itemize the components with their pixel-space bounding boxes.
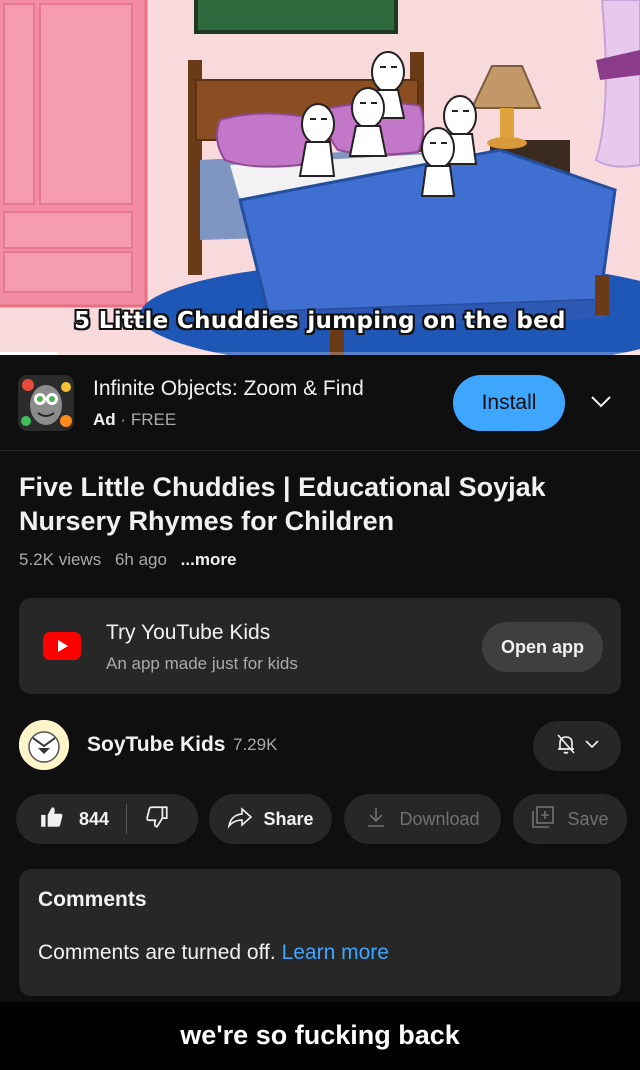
save-button[interactable]: Save [513, 794, 627, 844]
chevron-down-icon [584, 737, 600, 755]
video-frame-image [0, 0, 640, 355]
video-title[interactable]: Five Little Chuddies | Educational Soyja… [19, 470, 619, 538]
download-label: Download [399, 808, 480, 829]
ad-price: FREE [130, 410, 177, 429]
chevron-down-icon[interactable] [588, 391, 614, 411]
ad-meta: Ad · FREE [93, 410, 176, 430]
upload-age: 6h ago [114, 550, 167, 569]
bell-off-icon [554, 732, 578, 761]
video-meta[interactable]: 5.2K views 6h ago ...more [19, 550, 236, 570]
youtube-kids-logo-icon [43, 632, 81, 660]
meme-caption: we're so fucking back [180, 1020, 460, 1050]
view-count: 5.2K views [19, 550, 102, 569]
like-dislike-group: 844 [16, 794, 198, 844]
install-button[interactable]: Install [453, 375, 565, 431]
comments-section[interactable]: Comments Comments are turned off. Learn … [19, 869, 621, 996]
ad-separator: · [120, 410, 127, 429]
notification-button[interactable] [533, 721, 621, 771]
learn-more-link[interactable]: Learn more [282, 941, 389, 964]
thumbs-up-icon [39, 804, 65, 835]
meme-caption-bar: we're so fucking back [0, 1002, 640, 1070]
thumbs-down-icon [144, 804, 170, 835]
comments-status: Comments are turned off. Learn more [38, 941, 389, 965]
share-button[interactable]: Share [209, 794, 332, 844]
youtube-kids-promo[interactable]: Try YouTube Kids An app made just for ki… [19, 598, 621, 694]
kids-promo-subtitle: An app made just for kids [106, 654, 298, 673]
ad-banner[interactable]: Infinite Objects: Zoom & Find Ad · FREE … [0, 355, 640, 451]
download-button[interactable]: Download [344, 794, 501, 844]
comments-heading: Comments [38, 888, 147, 911]
like-count: 844 [79, 808, 110, 829]
ad-app-icon [18, 375, 74, 431]
ad-app-name[interactable]: Infinite Objects: Zoom & Find [93, 377, 364, 401]
video-caption: 5 Little Chuddies jumping on the bed [74, 308, 566, 334]
dislike-button[interactable] [127, 794, 170, 844]
download-icon [365, 805, 387, 834]
like-button[interactable]: 844 [16, 794, 109, 844]
channel-name[interactable]: SoyTube Kids [87, 733, 225, 757]
comments-off-message: Comments are turned off. [38, 941, 282, 964]
channel-avatar[interactable] [19, 720, 69, 770]
video-player[interactable]: 5 Little Chuddies jumping on the bed [0, 0, 640, 355]
share-label: Share [263, 808, 314, 829]
ad-label: Ad [93, 410, 116, 429]
open-app-button[interactable]: Open app [482, 622, 603, 672]
share-icon [227, 805, 253, 834]
subscriber-count: 7.29K [233, 735, 278, 754]
save-playlist-icon [531, 805, 555, 834]
save-label: Save [567, 808, 609, 829]
more-link[interactable]: ...more [181, 550, 237, 569]
kids-promo-title: Try YouTube Kids [106, 621, 271, 644]
